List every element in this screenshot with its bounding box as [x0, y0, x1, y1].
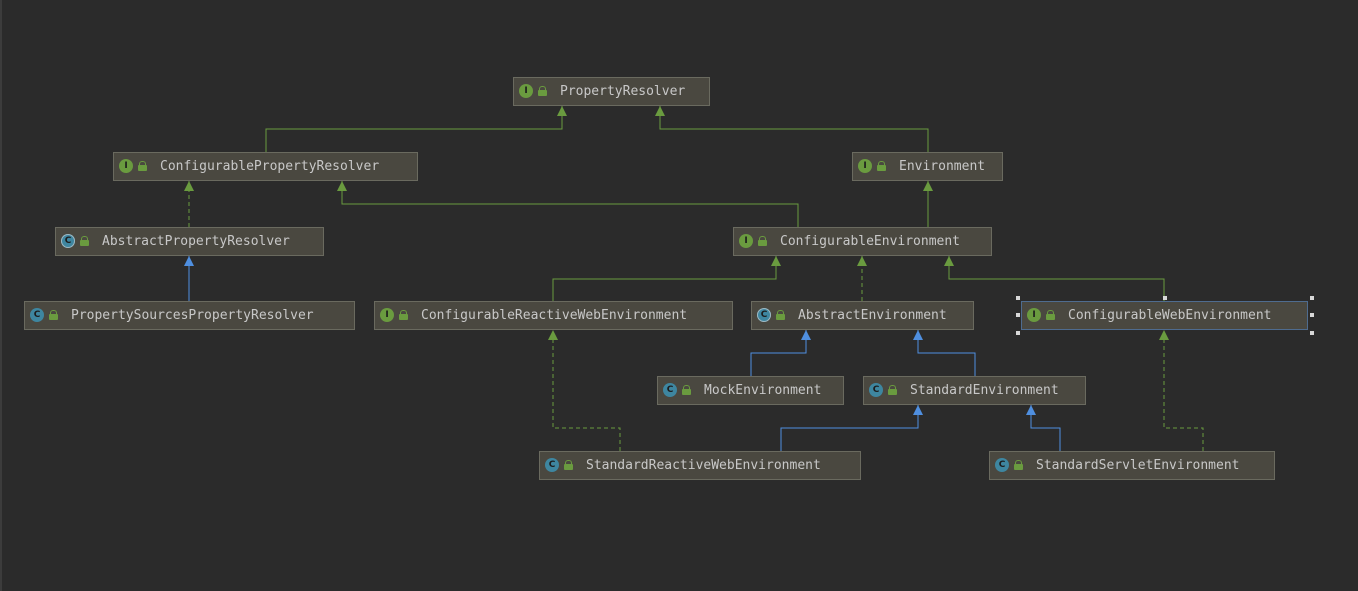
selection-handle-bottom-left[interactable]: [1016, 331, 1020, 335]
interface-icon: I: [858, 159, 872, 173]
arrowhead: [184, 256, 194, 266]
node-environment[interactable]: I Environment: [852, 152, 1003, 181]
arrowhead: [857, 256, 867, 266]
arrowhead: [1026, 405, 1036, 415]
edge-extends-interface: [552, 256, 777, 301]
abstract-class-icon: C: [757, 308, 771, 322]
edge-extends-interface: [341, 181, 799, 227]
edge-implements: [552, 330, 621, 451]
class-icon: C: [30, 308, 44, 322]
node-label: StandardServletEnvironment: [1036, 458, 1240, 473]
node-configurable-environment[interactable]: I ConfigurableEnvironment: [733, 227, 992, 256]
node-property-resolver[interactable]: I PropertyResolver: [513, 77, 710, 106]
node-label: ConfigurableWebEnvironment: [1068, 308, 1272, 323]
arrowhead: [557, 106, 567, 116]
node-label: AbstractEnvironment: [798, 308, 947, 323]
public-lock-icon: [1046, 310, 1055, 320]
uml-diagram-canvas[interactable]: I PropertyResolver I ConfigurablePropert…: [0, 0, 1358, 591]
edge-extends-interface: [948, 256, 1165, 301]
edge-extends-class: [1030, 405, 1061, 451]
edge-extends-class: [780, 405, 919, 451]
node-label: ConfigurableReactiveWebEnvironment: [421, 308, 688, 323]
node-label: AbstractPropertyResolver: [102, 234, 290, 249]
public-lock-icon: [138, 161, 147, 171]
arrowhead: [913, 330, 923, 340]
arrowhead: [913, 405, 923, 415]
node-label: PropertyResolver: [560, 84, 686, 99]
edge-extends-interface: [265, 106, 563, 152]
node-configurable-property-resolver[interactable]: I ConfigurablePropertyResolver: [113, 152, 418, 181]
public-lock-icon: [399, 310, 408, 320]
public-lock-icon: [564, 460, 573, 470]
edge-implements: [1163, 330, 1204, 451]
class-icon: C: [663, 383, 677, 397]
interface-icon: I: [1027, 308, 1041, 322]
node-label: ConfigurablePropertyResolver: [160, 159, 380, 174]
public-lock-icon: [776, 310, 785, 320]
public-lock-icon: [1014, 460, 1023, 470]
public-lock-icon: [538, 86, 547, 96]
arrowhead: [655, 106, 665, 116]
node-configurable-web-environment[interactable]: I ConfigurableWebEnvironment: [1021, 301, 1308, 330]
selection-handle-mid-left[interactable]: [1016, 313, 1020, 317]
edge-extends-interface: [659, 106, 929, 152]
public-lock-icon: [49, 310, 58, 320]
node-mock-environment[interactable]: C MockEnvironment: [657, 376, 844, 405]
interface-icon: I: [519, 84, 533, 98]
node-standard-environment[interactable]: C StandardEnvironment: [863, 376, 1086, 405]
node-label: PropertySourcesPropertyResolver: [71, 308, 314, 323]
arrowhead: [1159, 330, 1169, 340]
arrowhead: [923, 181, 933, 191]
public-lock-icon: [888, 385, 897, 395]
node-label: StandardReactiveWebEnvironment: [586, 458, 821, 473]
arrowhead: [801, 330, 811, 340]
edge-extends-class: [750, 330, 807, 376]
interface-icon: I: [380, 308, 394, 322]
node-property-sources-property-resolver[interactable]: C PropertySourcesPropertyResolver: [24, 301, 355, 330]
edge-extends-class: [917, 330, 976, 376]
node-label: StandardEnvironment: [910, 383, 1059, 398]
node-label: Environment: [899, 159, 986, 174]
interface-icon: I: [119, 159, 133, 173]
selection-handle-bottom-right[interactable]: [1310, 331, 1314, 335]
class-icon: C: [545, 458, 559, 472]
node-standard-servlet-environment[interactable]: C StandardServletEnvironment: [989, 451, 1275, 480]
arrowhead: [184, 181, 194, 191]
selection-handle-top-right[interactable]: [1310, 296, 1314, 300]
node-label: ConfigurableEnvironment: [780, 234, 961, 249]
node-abstract-property-resolver[interactable]: C AbstractPropertyResolver: [55, 227, 324, 256]
public-lock-icon: [80, 236, 89, 246]
selection-handle-top-left[interactable]: [1016, 296, 1020, 300]
class-icon: C: [995, 458, 1009, 472]
selection-handle-mid-right[interactable]: [1310, 313, 1314, 317]
class-icon: C: [869, 383, 883, 397]
public-lock-icon: [682, 385, 691, 395]
arrowhead: [548, 330, 558, 340]
public-lock-icon: [758, 236, 767, 246]
node-standard-reactive-web-environment[interactable]: C StandardReactiveWebEnvironment: [539, 451, 861, 480]
selection-handle-top-mid[interactable]: [1163, 296, 1167, 300]
abstract-class-icon: C: [61, 234, 75, 248]
node-configurable-reactive-web-environment[interactable]: I ConfigurableReactiveWebEnvironment: [374, 301, 733, 330]
node-label: MockEnvironment: [704, 383, 822, 398]
arrowhead: [771, 256, 781, 266]
interface-icon: I: [739, 234, 753, 248]
arrowhead: [944, 256, 954, 266]
node-abstract-environment[interactable]: C AbstractEnvironment: [751, 301, 974, 330]
arrowhead: [337, 181, 347, 191]
public-lock-icon: [877, 161, 886, 171]
